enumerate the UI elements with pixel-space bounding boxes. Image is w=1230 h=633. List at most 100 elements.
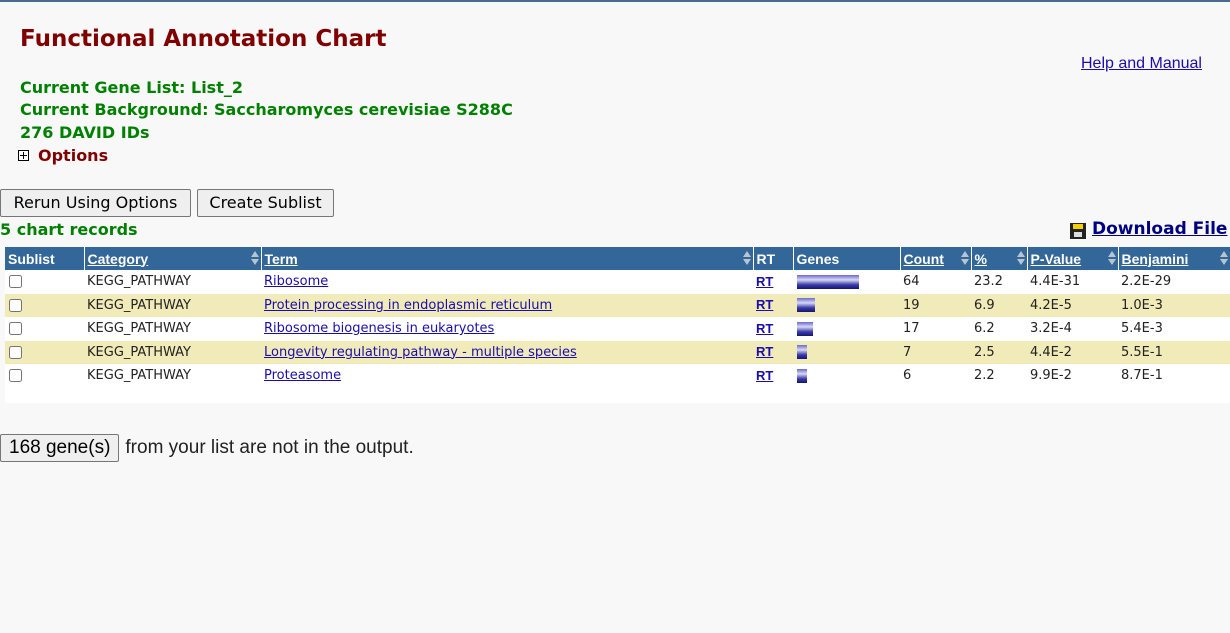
col-header-label: Genes (796, 250, 840, 267)
col-header-label[interactable]: Benjamini (1122, 251, 1189, 267)
david-ids-count: 276 DAVID IDs (20, 123, 150, 142)
term-cell: Ribosome (261, 270, 753, 294)
sort-arrows-icon[interactable] (1107, 251, 1116, 265)
gene-count-bar[interactable] (797, 298, 815, 313)
category-cell: KEGG_PATHWAY (84, 270, 261, 294)
sublist-cell (5, 340, 84, 364)
rt-link[interactable]: RT (756, 344, 773, 359)
table-row: KEGG_PATHWAY Ribosome RT 64 23.2 4.4E-31… (5, 270, 1230, 294)
sort-arrows-icon[interactable] (1016, 251, 1025, 265)
term-link[interactable]: Proteasome (264, 368, 341, 383)
create-sublist-button[interactable]: Create Sublist (197, 189, 334, 217)
gene-count-bar[interactable] (797, 321, 813, 336)
genes-cell (793, 364, 900, 388)
col-header-label: RT (756, 250, 776, 267)
help-and-manual-link[interactable]: Help and Manual (1081, 55, 1202, 73)
term-cell: Protein processing in endoplasmic reticu… (261, 293, 753, 317)
row-select-checkbox[interactable] (9, 369, 22, 383)
col-header-category[interactable]: Category (83, 247, 261, 270)
col-header-genes: Genes (792, 247, 900, 270)
count-cell: 19 (900, 293, 971, 317)
page-title: Functional Annotation Chart (20, 26, 387, 52)
sort-arrows-icon[interactable] (250, 251, 259, 265)
category-cell: KEGG_PATHWAY (84, 293, 261, 317)
gene-count-bar[interactable] (797, 274, 859, 289)
expand-plus-icon[interactable] (18, 150, 29, 161)
percent-cell: 23.2 (971, 270, 1027, 294)
sublist-cell (5, 270, 84, 294)
row-select-checkbox[interactable] (9, 345, 22, 359)
chart-records-count: 5 chart records (0, 220, 138, 239)
count-cell: 17 (900, 317, 971, 341)
excluded-genes-text: from your list are not in the output. (125, 437, 414, 458)
percent-cell: 2.2 (971, 364, 1027, 388)
current-gene-list: Current Gene List: List_2 (20, 78, 243, 97)
benjamini-cell: 5.5E-1 (1118, 340, 1230, 364)
top-border (0, 0, 1230, 2)
sort-arrows-icon[interactable] (742, 251, 751, 265)
rt-link[interactable]: RT (756, 274, 773, 289)
download-file-label[interactable]: Download File (1092, 219, 1227, 239)
col-header-label[interactable]: Category (88, 251, 149, 267)
row-select-checkbox[interactable] (9, 275, 22, 289)
col-header-count[interactable]: Count (899, 247, 971, 270)
download-file-link[interactable]: Download File (1070, 219, 1227, 239)
col-header-term[interactable]: Term (260, 247, 753, 270)
annotation-table-container: Sublist Category Term RT Genes Count % P… (5, 247, 1230, 403)
rt-link[interactable]: RT (756, 321, 773, 336)
term-link[interactable]: Longevity regulating pathway - multiple … (264, 345, 577, 360)
gene-count-bar[interactable] (797, 368, 807, 383)
genes-cell (793, 293, 900, 317)
rt-cell: RT (753, 293, 793, 317)
table-row: KEGG_PATHWAY Ribosome biogenesis in euka… (5, 317, 1230, 341)
term-link[interactable]: Protein processing in endoplasmic reticu… (264, 298, 552, 313)
col-header-label[interactable]: Term (265, 251, 298, 267)
genes-cell (793, 340, 900, 364)
rt-cell: RT (753, 317, 793, 341)
benjamini-cell: 8.7E-1 (1118, 364, 1230, 388)
col-header-benjamini[interactable]: Benjamini (1117, 247, 1230, 270)
col-header-percent[interactable]: % (970, 247, 1027, 270)
row-select-checkbox[interactable] (9, 298, 22, 312)
options-label[interactable]: Options (38, 146, 108, 165)
sort-arrows-icon[interactable] (1220, 251, 1228, 265)
category-cell: KEGG_PATHWAY (84, 317, 261, 341)
category-cell: KEGG_PATHWAY (84, 340, 261, 364)
pvalue-cell: 4.2E-5 (1027, 293, 1118, 317)
sublist-cell (5, 317, 84, 341)
table-row: KEGG_PATHWAY Proteasome RT 6 2.2 9.9E-2 … (5, 364, 1230, 388)
excluded-genes-row: 168 gene(s) from your list are not in th… (0, 434, 414, 462)
col-header-label[interactable]: Count (904, 251, 944, 267)
term-link[interactable]: Ribosome (264, 274, 328, 289)
rerun-using-options-button[interactable]: Rerun Using Options (0, 189, 191, 217)
percent-cell: 2.5 (971, 340, 1027, 364)
genes-cell (793, 317, 900, 341)
current-background: Current Background: Saccharomyces cerevi… (20, 100, 513, 119)
sublist-cell (5, 293, 84, 317)
options-toggle[interactable]: Options (18, 146, 108, 165)
category-cell: KEGG_PATHWAY (84, 364, 261, 388)
row-select-checkbox[interactable] (9, 322, 22, 336)
col-header-rt: RT (752, 247, 793, 270)
rt-link[interactable]: RT (756, 368, 773, 383)
pvalue-cell: 4.4E-2 (1027, 340, 1118, 364)
rt-cell: RT (753, 364, 793, 388)
percent-cell: 6.2 (971, 317, 1027, 341)
col-header-label: Sublist (8, 250, 55, 267)
excluded-genes-button[interactable]: 168 gene(s) (0, 434, 120, 462)
sort-arrows-icon[interactable] (960, 251, 969, 265)
count-cell: 6 (900, 364, 971, 388)
term-cell: Proteasome (261, 364, 753, 388)
sublist-cell (5, 364, 84, 388)
rt-link[interactable]: RT (756, 297, 773, 312)
term-link[interactable]: Ribosome biogenesis in eukaryotes (264, 321, 494, 336)
col-header-label[interactable]: P-Value (1031, 251, 1082, 267)
col-header-pvalue[interactable]: P-Value (1026, 247, 1118, 270)
pvalue-cell: 9.9E-2 (1027, 364, 1118, 388)
floppy-disk-icon[interactable] (1070, 222, 1086, 239)
table-header-row: Sublist Category Term RT Genes Count % P… (5, 247, 1230, 270)
term-cell: Ribosome biogenesis in eukaryotes (261, 317, 753, 341)
gene-count-bar[interactable] (797, 345, 807, 360)
benjamini-cell: 2.2E-29 (1118, 270, 1230, 294)
col-header-label[interactable]: % (975, 251, 987, 267)
